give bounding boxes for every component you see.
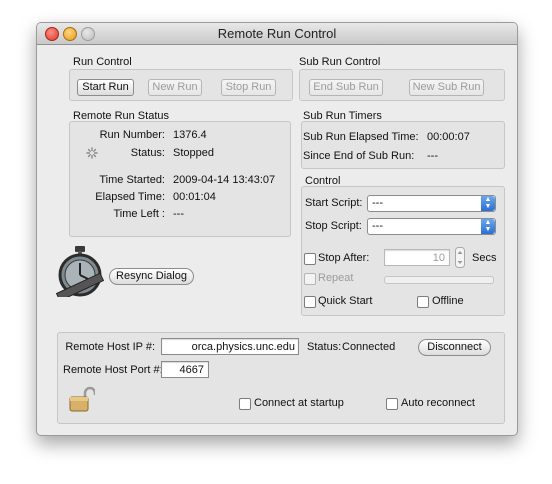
new-run-button[interactable]: New Run <box>148 79 202 96</box>
stepper-icon[interactable] <box>455 247 465 268</box>
disconnect-button[interactable]: Disconnect <box>418 339 491 356</box>
connection-status-label: Status: <box>307 341 342 353</box>
time-left-value: --- <box>173 208 184 220</box>
stop-run-button[interactable]: Stop Run <box>221 79 276 96</box>
title-bar: Remote Run Control <box>37 23 517 45</box>
sub-run-elapsed-label: Sub Run Elapsed Time: <box>303 131 419 143</box>
connect-at-startup-label: Connect at startup <box>254 397 344 409</box>
stop-after-label: Stop After: <box>318 252 370 264</box>
quick-start-label: Quick Start <box>318 295 373 307</box>
sub-run-elapsed-value: 00:00:07 <box>427 131 470 143</box>
elapsed-time-label: Elapsed Time: <box>95 191 165 203</box>
remote-host-port-label: Remote Host Port #: <box>63 364 163 376</box>
stop-script-value: --- <box>372 220 383 232</box>
time-started-label: Time Started: <box>99 174 165 186</box>
since-end-label: Since End of Sub Run: <box>303 150 415 162</box>
run-number-value: 1376.4 <box>173 129 207 141</box>
quick-start-checkbox[interactable] <box>304 296 316 308</box>
remote-run-control-window: Remote Run Control Run Control Start Run… <box>36 22 518 436</box>
repeat-progress-bar <box>384 276 494 284</box>
since-end-value: --- <box>427 150 438 162</box>
secs-label: Secs <box>472 252 497 264</box>
stop-after-checkbox[interactable] <box>304 253 316 265</box>
auto-reconnect-checkbox[interactable] <box>386 398 398 410</box>
sub-run-control-heading: Sub Run Control <box>299 56 381 68</box>
offline-label: Offline <box>432 295 464 307</box>
start-script-label: Start Script: <box>305 197 363 209</box>
popup-arrow-icon: ▲ ▼ <box>481 196 495 211</box>
offline-checkbox[interactable] <box>417 296 429 308</box>
stop-script-label: Stop Script: <box>305 220 362 232</box>
connection-status-value: Connected <box>342 341 396 353</box>
remote-host-port-field[interactable]: 4667 <box>161 361 209 378</box>
popup-arrow-icon: ▲ ▼ <box>481 219 495 234</box>
remote-host-ip-field[interactable]: orca.physics.unc.edu <box>161 338 299 355</box>
repeat-checkbox[interactable] <box>304 273 316 285</box>
stopwatch-icon <box>55 246 105 297</box>
window-title: Remote Run Control <box>217 26 337 41</box>
repeat-label: Repeat <box>318 272 354 284</box>
lock-icon[interactable] <box>69 385 95 413</box>
new-sub-run-button[interactable]: New Sub Run <box>409 79 484 96</box>
start-script-popup[interactable]: --- ▲ ▼ <box>367 195 496 212</box>
time-started-value: 2009-04-14 13:43:07 <box>173 174 276 186</box>
end-sub-run-button[interactable]: End Sub Run <box>309 79 383 96</box>
run-number-label: Run Number: <box>99 129 165 141</box>
stop-after-field[interactable]: 10 <box>384 249 450 266</box>
auto-reconnect-label: Auto reconnect <box>401 397 475 409</box>
remote-host-ip-label: Remote Host IP #: <box>65 341 155 353</box>
connect-at-startup-checkbox[interactable] <box>239 398 251 410</box>
resync-dialog-button[interactable]: Resync Dialog <box>109 268 194 285</box>
status-value: Stopped <box>173 147 214 159</box>
stop-script-popup[interactable]: --- ▲ ▼ <box>367 218 496 235</box>
start-run-button[interactable]: Start Run <box>77 79 134 96</box>
run-control-heading: Run Control <box>73 56 132 68</box>
time-left-label: Time Left : <box>113 208 165 220</box>
start-script-value: --- <box>372 197 383 209</box>
status-label: Status: <box>130 147 165 159</box>
elapsed-time-value: 00:01:04 <box>173 191 216 203</box>
